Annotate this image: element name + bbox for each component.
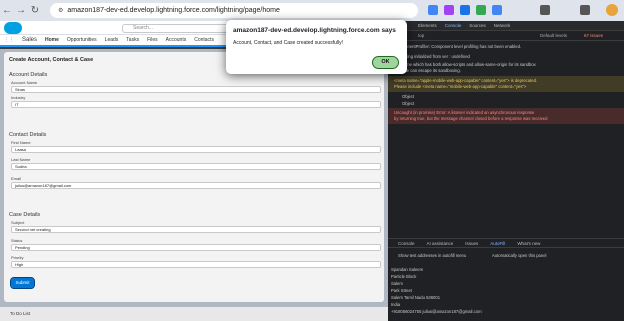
console-line: ComponentProfiler: Component level profi… xyxy=(394,44,522,49)
console-object[interactable]: Object xyxy=(402,101,414,106)
console-toolbar: top Default levels 67 issues xyxy=(388,31,624,41)
show-test-addresses-checkbox[interactable]: Show test addresses in autofill menu xyxy=(398,253,466,258)
autofill-line: Salem xyxy=(391,281,403,286)
drawer-tab-ai-assistance[interactable]: AI assistance xyxy=(427,241,454,246)
subject-input[interactable]: Second net creating xyxy=(11,226,381,233)
to-do-list-item[interactable]: To Do List xyxy=(10,311,30,316)
url-text: amazon187-dev-ed.develop.lightning.force… xyxy=(67,7,280,14)
reload-icon[interactable]: ↻ xyxy=(28,5,42,16)
dialog-message: Account, Contact, and Case created succe… xyxy=(233,40,344,46)
case-section-heading: Case Details xyxy=(9,212,41,218)
bookmark-icon[interactable] xyxy=(540,5,550,15)
priority-input[interactable]: High xyxy=(11,261,381,268)
tab-sources[interactable]: Sources xyxy=(469,23,486,28)
account-section-heading: Account Details xyxy=(9,72,48,78)
tab-network[interactable]: Network xyxy=(494,23,511,28)
nav-item-tasks[interactable]: Tasks xyxy=(126,37,139,43)
autofill-line: +918056024755 julius@amazon187@gmail.com xyxy=(391,309,482,314)
app-name: Sales xyxy=(22,37,38,43)
autofill-line: Salem Tamil Nadu 636001 xyxy=(391,295,441,300)
devtools-drawer: Console AI assistance Issues AutoFill Wh… xyxy=(388,238,624,321)
priority-label: Priority xyxy=(11,255,24,260)
autofill-line: Spandan Saleem xyxy=(391,267,424,272)
autofill-line: Particle Block xyxy=(391,274,417,279)
last-name-label: Last Name xyxy=(11,157,31,162)
extension-icon[interactable] xyxy=(460,5,470,15)
devtools-panel: Elements Console Sources Network top Def… xyxy=(388,21,624,321)
autofill-line: Park Street xyxy=(391,288,412,293)
nav-item-accounts[interactable]: Accounts xyxy=(166,37,187,43)
contact-section-heading: Contact Details xyxy=(9,132,47,138)
email-input[interactable]: julius@amazon187@gmail.com xyxy=(11,182,381,189)
browser-toolbar: ← → ↻ ⚙ amazon187-dev-ed.develop.lightni… xyxy=(0,0,624,21)
autofill-line: India xyxy=(391,302,401,307)
nav-item-files[interactable]: Files xyxy=(147,37,158,43)
industry-input[interactable]: IT xyxy=(11,101,381,108)
form-title: Create Account, Contact & Case xyxy=(9,57,94,63)
app-launcher-icon[interactable]: ⋮⋮ xyxy=(4,37,14,43)
console-warning: <meta name="apple-mobile-web-app-capable… xyxy=(394,78,538,83)
levels-dropdown[interactable]: Default levels xyxy=(540,33,567,38)
ok-button[interactable]: OK xyxy=(372,56,399,69)
first-name-input[interactable]: Laasa xyxy=(11,146,381,153)
tab-console[interactable]: Console xyxy=(445,23,462,28)
account-name-input[interactable]: Sinas xyxy=(11,86,381,93)
nav-item-opportunities[interactable]: Opportunities xyxy=(67,37,97,43)
utility-bar: To Do List xyxy=(0,307,388,321)
drawer-tabs: Console AI assistance Issues AutoFill Wh… xyxy=(388,239,624,248)
industry-label: Industry xyxy=(11,95,26,100)
context-selector[interactable]: top xyxy=(418,33,424,38)
forward-icon[interactable]: → xyxy=(14,5,28,16)
tab-elements[interactable]: Elements xyxy=(418,23,437,28)
drawer-tab-whats-new[interactable]: What's new xyxy=(517,241,540,246)
last-name-input[interactable]: Sudha xyxy=(11,163,381,170)
issues-count[interactable]: 67 issues xyxy=(584,33,603,38)
console-line: An iframe which has both allow-scripts a… xyxy=(394,62,536,67)
drawer-tab-autofill[interactable]: AutoFill xyxy=(490,241,505,246)
console-object[interactable]: Object xyxy=(402,94,414,99)
submit-button[interactable]: Submit xyxy=(10,277,35,289)
first-name-label: First Name xyxy=(11,140,31,145)
extension-icon[interactable] xyxy=(428,5,438,15)
nav-item-leads[interactable]: Leads xyxy=(105,37,119,43)
status-label: Status xyxy=(11,238,23,243)
alert-dialog: amazon187-dev-ed.develop.lightning.force… xyxy=(226,20,407,74)
page-body: Create Account, Contact & Case Account D… xyxy=(0,49,388,307)
profile-avatar[interactable] xyxy=(606,4,618,16)
account-name-label: Account Name xyxy=(11,80,38,85)
form-card: Create Account, Contact & Case Account D… xyxy=(4,52,384,302)
extension-icon[interactable] xyxy=(492,5,502,15)
drawer-tab-console[interactable]: Console xyxy=(398,241,415,246)
nav-item-contacts[interactable]: Contacts xyxy=(194,37,214,43)
drawer-tab-issues[interactable]: Issues xyxy=(465,241,478,246)
auto-open-checkbox[interactable]: Automatically open this panel xyxy=(492,253,546,258)
address-bar[interactable]: ⚙ amazon187-dev-ed.develop.lightning.for… xyxy=(50,3,418,18)
salesforce-logo xyxy=(4,22,22,34)
subject-label: Subject xyxy=(11,220,25,225)
extension-icon[interactable] xyxy=(476,5,486,15)
email-label: Email xyxy=(11,176,22,181)
console-warning: Please include <meta name="mobile-web-ap… xyxy=(394,84,527,89)
console-error: Uncaught (in promise) Error: A listener … xyxy=(394,110,535,115)
status-input[interactable]: Pending xyxy=(11,244,381,251)
extension-icon[interactable] xyxy=(444,5,454,15)
nav-item-home[interactable]: Home xyxy=(45,37,59,43)
devtools-tabs: Elements Console Sources Network xyxy=(388,21,624,31)
back-icon[interactable]: ← xyxy=(0,5,14,16)
download-icon[interactable] xyxy=(580,5,590,15)
dialog-title: amazon187-dev-ed.develop.lightning.force… xyxy=(233,27,396,34)
site-info-icon[interactable]: ⚙ xyxy=(58,7,63,14)
console-error: by returning true, but the message chann… xyxy=(394,116,548,121)
